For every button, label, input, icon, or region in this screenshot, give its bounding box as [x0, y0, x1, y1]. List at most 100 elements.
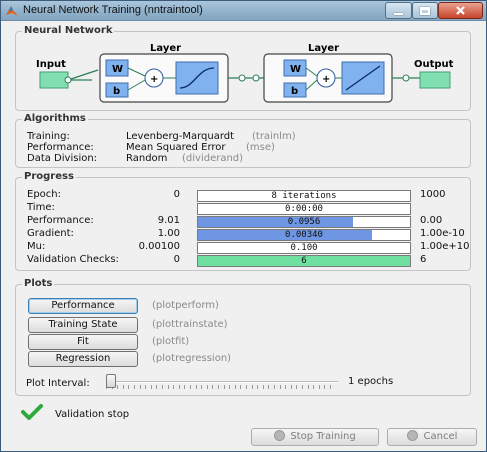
svg-text:b: b [113, 86, 120, 97]
maximize-icon [420, 6, 430, 15]
slider-tick [285, 385, 287, 389]
progress-bar-text: 0:00:00 [285, 204, 323, 214]
cancel-icon [406, 430, 418, 441]
nntraintool-window: Neural Network Training (nntraintool) Ne… [0, 0, 487, 452]
progress-bar-text: 0.100 [290, 243, 318, 253]
slider-tick [162, 385, 163, 389]
maximize-button[interactable] [412, 2, 438, 19]
slider-tick [318, 385, 320, 389]
slider-tick [240, 385, 242, 389]
training-state-plot-fn: (plottrainstate) [152, 319, 228, 330]
slider-tick [145, 385, 147, 389]
input-block [39, 71, 69, 89]
slider-tick [223, 385, 225, 389]
slider-tick [246, 385, 247, 389]
plot-interval-slider[interactable] [106, 373, 338, 391]
slider-tick [201, 385, 203, 389]
progress-end-value: 0.00 [420, 215, 443, 226]
stop-training-button[interactable]: Stop Training [251, 428, 379, 446]
cancel-label: Cancel [423, 431, 458, 442]
progress-start-value: 0 [173, 189, 180, 200]
svg-text:+: + [322, 74, 330, 85]
slider-track [106, 381, 338, 383]
layer2-label: Layer [308, 43, 339, 54]
slider-tick [313, 385, 315, 389]
progress-end-value: 1000 [420, 189, 446, 200]
status-text: Validation stop [55, 409, 130, 420]
close-button[interactable] [438, 2, 483, 19]
slider-tick [178, 385, 180, 389]
output-label: Output [414, 59, 454, 70]
slider-tick [184, 385, 186, 389]
network-diagram: Input Layer W b + Layer W b + Output [36, 43, 454, 103]
progress-title: Progress [22, 171, 76, 182]
slider-tick [302, 385, 303, 389]
progress-group: Progress Epoch: 0 8 iterations 1000 Time: 0:0… [15, 171, 471, 271]
progress-bar: 0.00340 [197, 229, 411, 241]
progress-start-value: 1.00 [157, 228, 180, 239]
title-bar[interactable]: Neural Network Training (nntraintool) [1, 1, 486, 21]
algorithm-label: Training: [27, 131, 70, 142]
matlab-icon [6, 6, 18, 16]
progress-end-value: 1.00e-10 [420, 228, 465, 239]
slider-tick [190, 385, 191, 389]
slider-tick [122, 385, 124, 389]
algorithm-label: Performance: [27, 142, 94, 153]
slider-tick [234, 385, 236, 389]
input-label: Input [36, 59, 66, 70]
algorithm-value: Mean Squared Error [126, 142, 226, 153]
progress-label: Validation Checks: [27, 254, 119, 265]
progress-start-value: 0.00100 [138, 241, 180, 252]
slider-tick [173, 385, 175, 389]
progress-bar-text: 6 [301, 256, 307, 266]
stop-training-label: Stop Training [290, 431, 356, 442]
check-icon [21, 404, 43, 420]
performance-plot-fn: (plotperform) [152, 300, 219, 311]
algorithm-value: Random [126, 153, 168, 164]
slider-tick [274, 385, 275, 389]
minimize-button[interactable] [385, 2, 412, 19]
svg-text:W: W [290, 64, 301, 75]
slider-tick [262, 385, 264, 389]
minimize-icon [394, 12, 403, 15]
svg-text:W: W [112, 64, 123, 75]
slider-tick [268, 385, 270, 389]
algorithms-title: Algorithms [22, 113, 88, 124]
slider-tick [229, 385, 231, 389]
progress-bar-text: 8 iterations [271, 191, 337, 201]
progress-end-value: 1.00e+10 [420, 241, 470, 252]
progress-bar: 0.100 [197, 242, 411, 254]
progress-bar: 0:00:00 [197, 203, 411, 215]
progress-bar-text: 0.0956 [287, 217, 321, 227]
progress-label: Time: [27, 202, 55, 213]
slider-tick [330, 385, 331, 389]
stop-icon [274, 430, 286, 441]
close-icon [456, 6, 465, 15]
regression-plot-button[interactable]: Regression [28, 351, 138, 367]
slider-tick [128, 385, 130, 389]
slider-tick [279, 385, 281, 389]
algorithm-fn: (dividerand) [182, 153, 244, 164]
slider-thumb[interactable] [106, 374, 116, 388]
slider-tick [195, 385, 197, 389]
slider-ticks [106, 385, 338, 389]
algorithm-fn: (mse) [246, 142, 275, 153]
cancel-button[interactable]: Cancel [387, 428, 477, 446]
algorithm-value: Levenberg-Marquardt [126, 131, 235, 142]
progress-label: Gradient: [27, 228, 74, 239]
slider-tick [134, 385, 135, 389]
neural-network-group: Neural Network Input Layer W b + Layer W… [15, 25, 471, 111]
slider-tick [167, 385, 169, 389]
plots-group: Plots Performance (plotperform) Training… [15, 278, 471, 396]
fit-plot-fn: (plotfit) [152, 336, 190, 347]
slider-tick [206, 385, 208, 389]
slider-tick [150, 385, 152, 389]
slider-tick [324, 385, 326, 389]
regression-plot-fn: (plotregression) [152, 353, 232, 364]
plots-title: Plots [22, 278, 55, 289]
slider-tick [139, 385, 141, 389]
training-state-plot-button[interactable]: Training State [28, 317, 138, 333]
performance-plot-button[interactable]: Performance [28, 298, 138, 314]
progress-bar: 6 [197, 255, 411, 267]
fit-plot-button[interactable]: Fit [28, 334, 138, 350]
